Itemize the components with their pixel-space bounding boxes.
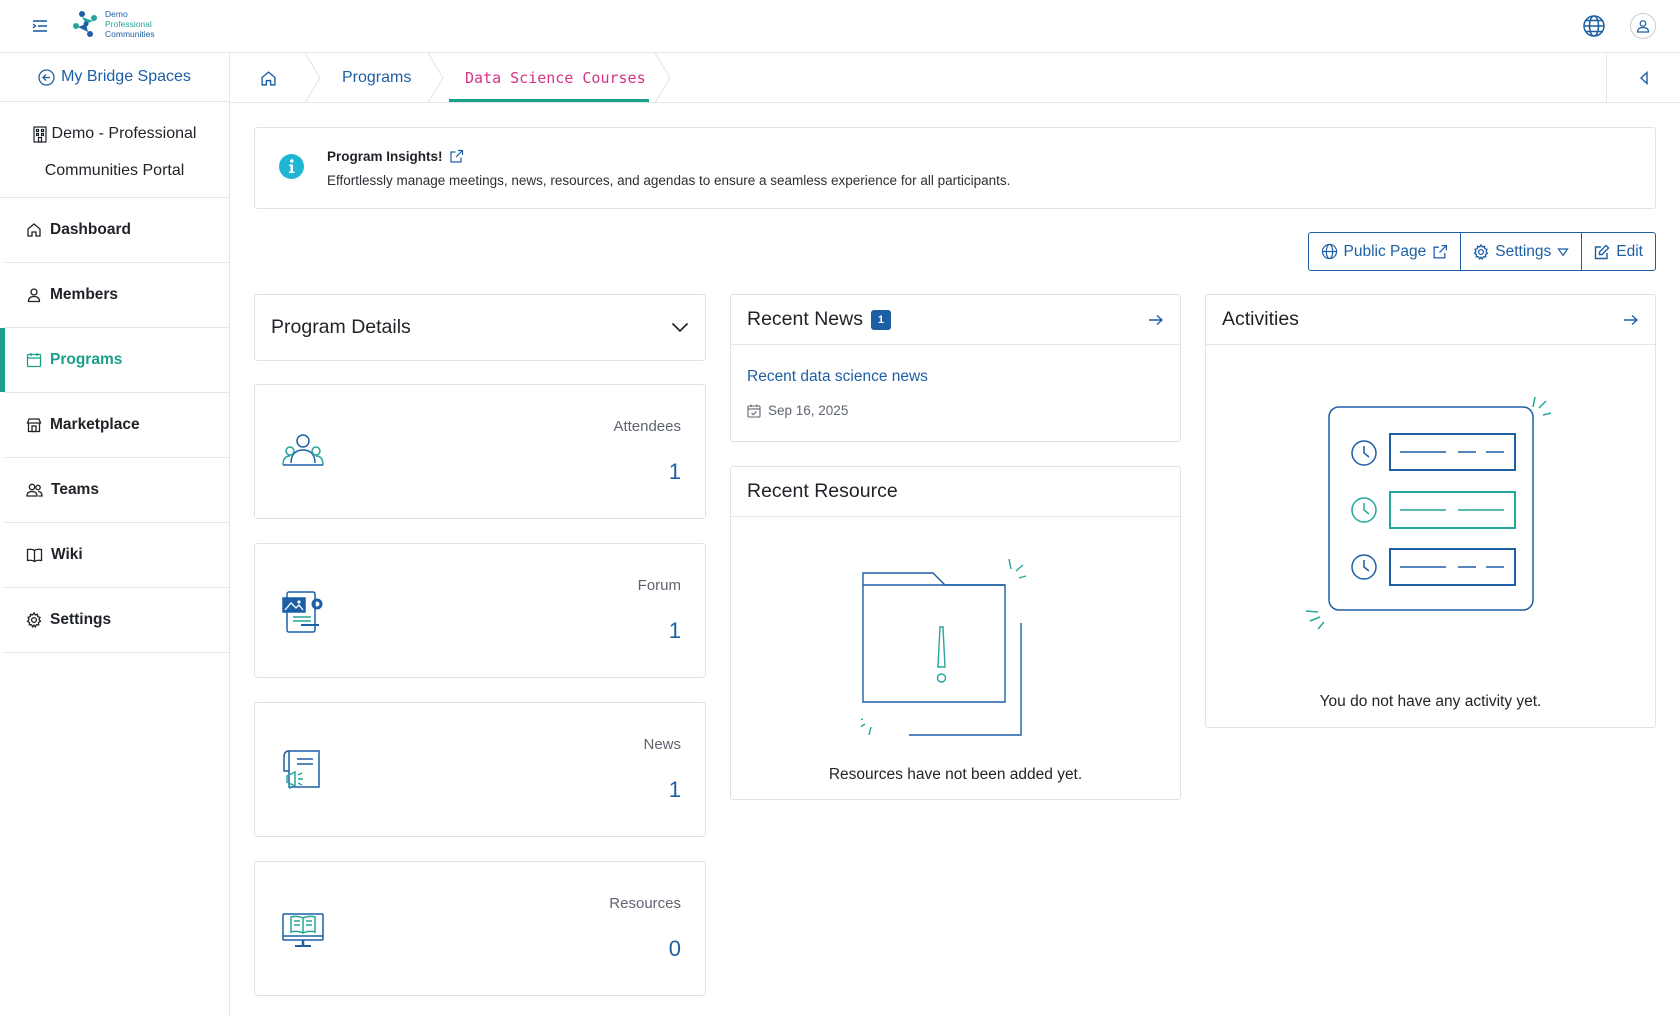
program-insights-banner: Program Insights! Effortlessly manage me… — [254, 127, 1656, 209]
stat-card-news: News 1 — [254, 702, 706, 837]
sidebar-item-label: Settings — [50, 611, 112, 628]
calendar-check-icon — [747, 404, 761, 418]
store-icon — [26, 418, 42, 433]
stat-value: 1 — [668, 777, 681, 802]
caret-left-icon — [1639, 71, 1648, 85]
breadcrumb-home[interactable] — [260, 53, 277, 103]
sidebar-item-label: Marketplace — [50, 416, 140, 433]
arrow-right-icon[interactable] — [1148, 314, 1164, 326]
back-to-bridge-spaces-link[interactable]: My Bridge Spaces — [0, 53, 229, 102]
news-date-text: Sep 16, 2025 — [768, 403, 849, 418]
building-icon — [32, 125, 47, 143]
insight-title-text: Program Insights! — [327, 149, 443, 164]
attendees-icon — [281, 431, 325, 471]
user-icon — [27, 288, 41, 303]
news-item-link[interactable]: Recent data science news — [747, 368, 928, 386]
stat-card-forum: Forum 1 — [254, 543, 706, 678]
sidebar-item-marketplace[interactable]: Marketplace — [4, 393, 229, 458]
sidebar-item-label: Programs — [50, 351, 123, 368]
org-name-line2: Communities Portal — [44, 161, 185, 179]
news-item-date: Sep 16, 2025 — [747, 403, 848, 418]
stat-value: 0 — [668, 936, 681, 961]
back-link-label: My Bridge Spaces — [61, 68, 191, 85]
insight-description: Effortlessly manage meetings, news, reso… — [327, 173, 1011, 188]
activities-card: Activities You do not have any activity … — [1205, 294, 1656, 728]
logo-text: Demo Professional Communities — [105, 9, 155, 39]
home-icon — [27, 223, 41, 237]
sidebar-item-label: Wiki — [51, 546, 83, 563]
users-icon — [26, 483, 43, 497]
user-avatar-button[interactable] — [1630, 13, 1656, 39]
edit-label: Edit — [1616, 242, 1643, 260]
info-icon — [279, 154, 304, 179]
insight-title: Program Insights! — [327, 149, 464, 164]
external-link-icon — [1433, 244, 1448, 259]
active-tab-underline — [449, 99, 649, 102]
stat-card-attendees: Attendees 1 — [254, 384, 706, 519]
arrow-right-icon[interactable] — [1623, 314, 1639, 326]
public-page-label: Public Page — [1343, 242, 1427, 260]
app-logo[interactable]: Demo Professional Communities — [70, 8, 155, 40]
sidebar-item-programs[interactable]: Programs — [0, 328, 229, 393]
calendar-icon — [26, 353, 42, 368]
program-details-accordion[interactable]: Program Details — [254, 294, 706, 361]
public-page-button[interactable]: Public Page — [1307, 232, 1462, 271]
resources-icon — [281, 908, 325, 950]
resource-empty-message: Resources have not been added yet. — [828, 766, 1083, 783]
edit-button[interactable]: Edit — [1582, 232, 1656, 271]
top-bar: Demo Professional Communities — [0, 0, 1680, 53]
book-icon — [26, 548, 43, 563]
sidebar-item-label: Dashboard — [50, 221, 131, 238]
user-icon — [1636, 20, 1650, 33]
recent-news-card: Recent News 1 Recent data science news Se… — [730, 294, 1181, 442]
stat-label: Forum — [637, 577, 681, 594]
empty-activity-illustration — [1306, 395, 1556, 635]
caret-down-icon — [1557, 247, 1569, 257]
settings-dropdown-button[interactable]: Settings — [1461, 232, 1583, 271]
breadcrumb-programs[interactable]: Programs — [342, 53, 411, 103]
sidebar-item-wiki[interactable]: Wiki — [4, 523, 229, 588]
forum-icon — [281, 590, 325, 634]
menu-toggle-icon[interactable] — [30, 17, 50, 35]
chevron-down-icon — [671, 322, 689, 333]
recent-resource-card: Recent Resource Resources have not been … — [730, 466, 1181, 800]
stat-card-resources: Resources 0 — [254, 861, 706, 996]
sidebar: My Bridge Spaces Demo - Professional Com… — [0, 53, 230, 1016]
breadcrumb: Programs Data Science Courses — [230, 53, 1680, 103]
stat-value: 1 — [668, 618, 681, 643]
news-icon — [281, 749, 325, 791]
sidebar-item-teams[interactable]: Teams — [4, 458, 229, 523]
language-globe-icon[interactable] — [1582, 14, 1606, 38]
sidebar-item-settings[interactable]: Settings — [4, 588, 229, 653]
sidebar-item-dashboard[interactable]: Dashboard — [4, 198, 229, 263]
back-circle-arrow-icon — [38, 68, 55, 86]
organization-name: Demo - Professional Communities Portal — [0, 102, 229, 198]
stat-value: 1 — [668, 459, 681, 484]
recent-resource-title: Recent Resource — [747, 480, 898, 502]
external-link-icon[interactable] — [449, 149, 464, 164]
stat-label: Attendees — [613, 418, 681, 435]
empty-folder-illustration — [861, 557, 1051, 737]
sidebar-item-members[interactable]: Members — [4, 263, 229, 328]
globe-icon — [1321, 243, 1337, 260]
activities-title: Activities — [1222, 308, 1299, 330]
recent-news-title: Recent News — [747, 308, 863, 330]
program-details-title: Program Details — [271, 316, 411, 338]
stat-label: Resources — [609, 895, 681, 912]
logo-mark-icon — [73, 11, 97, 37]
activity-empty-message: You do not have any activity yet. — [1319, 693, 1542, 710]
sidebar-item-label: Teams — [51, 481, 99, 498]
org-name-line1: Demo - Professional — [51, 125, 197, 142]
sidebar-item-label: Members — [50, 286, 119, 303]
program-actions: Public Page Settings Edit — [1307, 232, 1656, 271]
gear-icon — [1473, 243, 1489, 260]
gear-icon — [26, 612, 42, 628]
stat-label: News — [643, 736, 681, 753]
edit-icon — [1595, 244, 1610, 259]
breadcrumb-current: Data Science Courses — [465, 69, 646, 87]
news-count-badge: 1 — [870, 309, 891, 330]
collapse-panel-button[interactable] — [1606, 53, 1680, 103]
settings-label: Settings — [1495, 242, 1552, 260]
home-icon — [261, 70, 276, 86]
